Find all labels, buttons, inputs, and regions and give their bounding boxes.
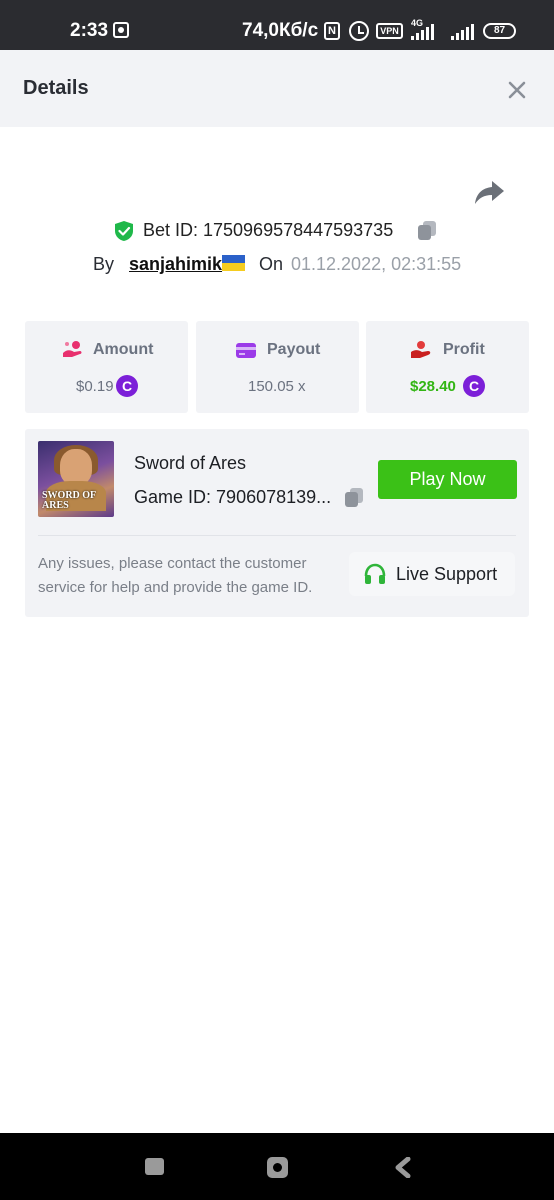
on-label: On: [259, 254, 284, 274]
game-thumbnail[interactable]: SWORD OF ARES: [38, 441, 114, 517]
coins-hand-icon: [63, 341, 82, 357]
amount-value: $0.19: [76, 378, 114, 395]
signal-icon: [411, 22, 434, 40]
divider: [38, 535, 516, 536]
nfc-icon: N: [324, 22, 340, 40]
payout-value: 150.05 x: [248, 378, 306, 395]
help-text: Any issues, please contact the customer …: [38, 555, 313, 596]
card-icon: [236, 343, 256, 358]
amount-label: Amount: [93, 341, 154, 358]
bet-id-value: 1750969578447593735: [203, 220, 394, 240]
play-now-button[interactable]: Play Now: [378, 460, 517, 499]
bet-id-row: Bet ID: 1750969578447593735: [0, 216, 554, 244]
verified-shield-icon: [115, 221, 133, 241]
live-support-label: Live Support: [396, 564, 498, 584]
close-button[interactable]: [503, 76, 531, 104]
profit-value: $28.40: [410, 378, 456, 395]
bet-date: 01.12.2022, 02:31:55: [291, 254, 462, 274]
bet-meta-row: By sanjahimik On 01.12.2022, 02:31:55: [0, 250, 554, 276]
details-header: Details: [0, 50, 554, 127]
copy-icon[interactable]: [343, 486, 365, 508]
live-support-button[interactable]: Live Support: [349, 552, 515, 596]
ukraine-flag-icon: [222, 255, 245, 271]
vpn-icon: VPN: [376, 23, 403, 39]
share-button[interactable]: [472, 177, 506, 207]
game-id: Game ID: 7906078139...: [134, 487, 331, 508]
by-label: By: [93, 254, 115, 274]
amount-card: Amount $0.19 C: [25, 321, 188, 413]
signal-icon: [451, 22, 474, 40]
alarm-icon: [349, 21, 369, 41]
recent-apps-button[interactable]: [145, 1158, 164, 1175]
network-speed: 74,0Кб/с: [242, 20, 319, 41]
battery-icon: 87: [483, 23, 516, 39]
game-panel: SWORD OF ARES Sword of Ares Game ID: 790…: [25, 429, 529, 617]
headset-icon: [364, 563, 386, 584]
home-button[interactable]: [267, 1157, 288, 1178]
status-bar: 2:33 74,0Кб/с N VPN 4G 87: [0, 0, 554, 50]
profit-card: Profit $28.40 C: [366, 321, 529, 413]
bet-id-label: Bet ID:: [143, 220, 199, 240]
game-id-value: 7906078139...: [216, 487, 332, 507]
currency-coin-icon: C: [463, 375, 485, 397]
close-icon: [508, 81, 526, 99]
currency-coin-icon: C: [116, 375, 138, 397]
back-button[interactable]: [394, 1157, 412, 1178]
game-id-label: Game ID:: [134, 487, 212, 507]
payout-card: Payout 150.05 x: [196, 321, 359, 413]
thumbnail-face-shape: [60, 449, 92, 485]
notification-icon: [113, 22, 129, 38]
copy-icon[interactable]: [416, 219, 438, 241]
username-link[interactable]: sanjahimik: [129, 254, 222, 275]
system-nav-bar: [0, 1133, 554, 1200]
money-hand-icon: [411, 341, 431, 358]
status-time: 2:33: [70, 20, 109, 41]
share-icon: [475, 181, 504, 204]
thumbnail-title: SWORD OF ARES: [42, 490, 96, 511]
page-title: Details: [23, 77, 89, 99]
payout-label: Payout: [267, 341, 321, 358]
game-name: Sword of Ares: [134, 453, 247, 473]
profit-label: Profit: [443, 341, 485, 358]
